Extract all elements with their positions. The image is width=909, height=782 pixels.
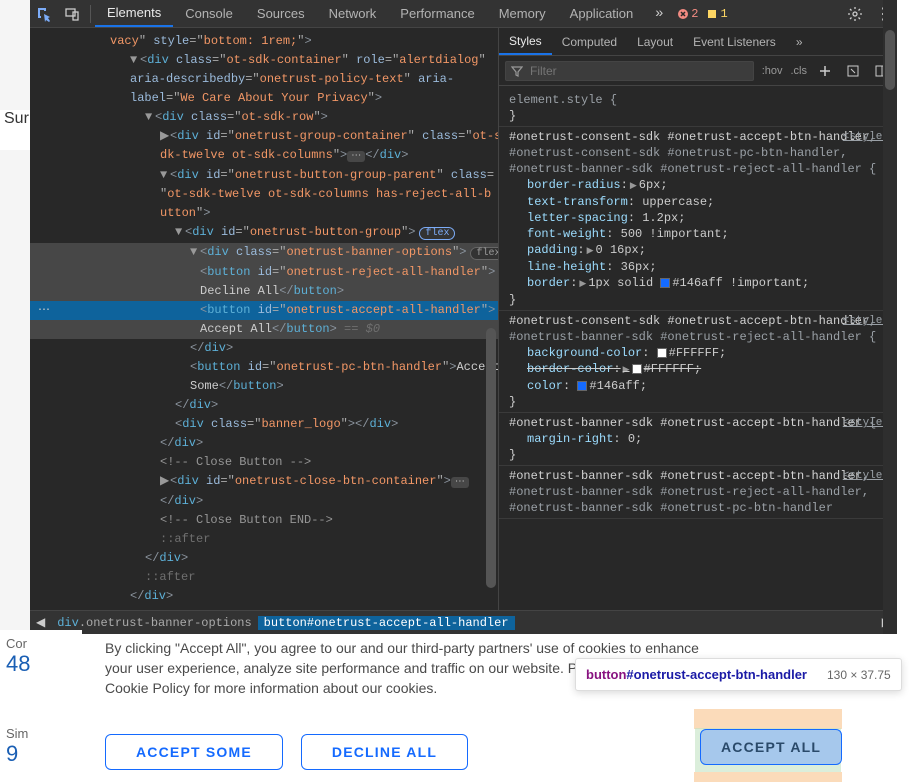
hov-toggle[interactable]: :hov bbox=[762, 65, 783, 77]
dom-line-cont[interactable]: </div> bbox=[30, 492, 498, 511]
dom-line[interactable]: ▼<div class="ot-sdk-row"> bbox=[30, 108, 498, 127]
side-card-summary: Sur bbox=[0, 110, 30, 150]
dom-line[interactable]: </div> bbox=[30, 339, 498, 358]
dom-pseudo[interactable]: ::after bbox=[30, 568, 498, 587]
cls-toggle[interactable]: .cls bbox=[791, 65, 808, 77]
dom-line[interactable]: vacy" style="bottom: 1rem;"> bbox=[30, 32, 498, 51]
filter-bar: :hov .cls bbox=[499, 56, 897, 86]
computed-toggle-icon[interactable] bbox=[843, 57, 863, 85]
element-style-rule[interactable]: element.style { } bbox=[499, 90, 897, 127]
more-styles-tabs-icon[interactable]: » bbox=[786, 28, 813, 55]
scrollbar-thumb[interactable] bbox=[885, 30, 895, 90]
funnel-icon bbox=[511, 65, 523, 77]
error-badge[interactable]: 2 bbox=[677, 7, 698, 21]
highlight-margin bbox=[694, 709, 842, 729]
ellipsis-badge[interactable]: ⋯ bbox=[347, 151, 365, 162]
main-toolbar: Elements Console Sources Network Perform… bbox=[30, 0, 897, 28]
breadcrumb-item[interactable]: div.onetrust-banner-options bbox=[51, 616, 257, 630]
css-rule[interactable]: <style> #onetrust-banner-sdk #onetrust-a… bbox=[499, 413, 897, 466]
decline-all-button[interactable]: Decline All bbox=[301, 734, 468, 770]
dom-line-cont[interactable]: Accept All</button> == $0 bbox=[30, 320, 498, 339]
tab-styles[interactable]: Styles bbox=[499, 28, 552, 55]
main-panels: vacy" style="bottom: 1rem;"> ▼<div class… bbox=[30, 28, 897, 610]
color-swatch[interactable] bbox=[657, 348, 667, 358]
tab-event-listeners[interactable]: Event Listeners bbox=[683, 28, 786, 55]
warn-badge[interactable]: 1 bbox=[706, 7, 727, 21]
element-tooltip: button#onetrust-accept-btn-handler 130 ×… bbox=[575, 658, 902, 691]
tab-performance[interactable]: Performance bbox=[388, 0, 486, 27]
dom-line[interactable]: </div> bbox=[30, 587, 498, 606]
side-stat-2: Sim 9 bbox=[0, 720, 82, 780]
dom-line[interactable]: </div> bbox=[30, 396, 498, 415]
styles-tabs: Styles Computed Layout Event Listeners » bbox=[499, 28, 897, 56]
dom-line-cont[interactable]: utton"> bbox=[30, 204, 498, 223]
dom-line-cont[interactable]: "ot-sdk-twelve ot-sdk-columns has-reject… bbox=[30, 185, 498, 204]
tab-layout[interactable]: Layout bbox=[627, 28, 683, 55]
dom-line[interactable]: </div> bbox=[30, 434, 498, 453]
flex-badge[interactable]: flex bbox=[470, 247, 498, 260]
dom-line[interactable]: </div> bbox=[30, 549, 498, 568]
tab-memory[interactable]: Memory bbox=[487, 0, 558, 27]
dom-line[interactable]: ▼<div class="ot-sdk-container" role="ale… bbox=[30, 51, 498, 70]
dom-line-cont[interactable]: dk-twelve ot-sdk-columns">⋯</div> bbox=[30, 146, 498, 166]
dom-line[interactable]: <button id="onetrust-pc-btn-handler">Acc… bbox=[30, 358, 498, 377]
side-stat-1: Cor 48 bbox=[0, 630, 82, 690]
breadcrumb-left-icon[interactable]: ◀ bbox=[30, 615, 51, 630]
accept-some-button[interactable]: Accept Some bbox=[105, 734, 283, 770]
page-content: By clicking "Accept All", you agree to o… bbox=[0, 634, 909, 779]
dom-line[interactable]: <button id="onetrust-reject-all-handler"… bbox=[30, 263, 498, 282]
tab-elements[interactable]: Elements bbox=[95, 0, 173, 27]
css-rule[interactable]: <style> #onetrust-consent-sdk #onetrust-… bbox=[499, 311, 897, 413]
flex-badge[interactable]: flex bbox=[419, 227, 455, 240]
color-swatch[interactable] bbox=[577, 381, 587, 391]
dom-line-cont[interactable]: aria-describedby="onetrust-policy-text" … bbox=[30, 70, 498, 89]
breadcrumb-item-active[interactable]: button#onetrust-accept-all-handler bbox=[258, 616, 515, 630]
ellipsis-badge[interactable]: ⋯ bbox=[451, 477, 469, 488]
dom-line[interactable]: ▶<div id="onetrust-close-btn-container">… bbox=[30, 472, 498, 492]
tab-network[interactable]: Network bbox=[317, 0, 389, 27]
inspect-icon[interactable] bbox=[30, 0, 58, 28]
dom-line[interactable]: ▼<div id="onetrust-button-group-parent" … bbox=[30, 166, 498, 185]
devtools-window: Elements Console Sources Network Perform… bbox=[30, 0, 897, 634]
highlight-margin bbox=[694, 772, 842, 782]
divider bbox=[90, 5, 91, 23]
tab-computed[interactable]: Computed bbox=[552, 28, 627, 55]
dom-line[interactable]: <div class="banner_logo"></div> bbox=[30, 415, 498, 434]
dom-line-cont[interactable]: Decline All</button> bbox=[30, 282, 498, 301]
tooltip-dimensions: 130 × 37.75 bbox=[827, 668, 891, 682]
main-tabs: Elements Console Sources Network Perform… bbox=[95, 0, 645, 27]
dom-line-cont[interactable]: Some</button> bbox=[30, 377, 498, 396]
dom-line[interactable]: ▼<div id="onetrust-button-group">flex bbox=[30, 223, 498, 243]
dom-line[interactable]: ▶<div id="onetrust-group-container" clas… bbox=[30, 127, 498, 146]
dom-tree-panel[interactable]: vacy" style="bottom: 1rem;"> ▼<div class… bbox=[30, 28, 498, 610]
filter-input[interactable] bbox=[505, 61, 754, 81]
color-swatch[interactable] bbox=[660, 278, 670, 288]
dom-line[interactable]: ▼<div class="onetrust-banner-options">fl… bbox=[30, 243, 498, 263]
color-swatch[interactable] bbox=[632, 364, 642, 374]
styles-panel: Styles Computed Layout Event Listeners »… bbox=[498, 28, 897, 610]
accept-all-button[interactable]: Accept All bbox=[700, 729, 842, 765]
line-menu-icon[interactable]: ⋯ bbox=[32, 301, 56, 320]
new-rule-icon[interactable] bbox=[815, 57, 835, 85]
tab-sources[interactable]: Sources bbox=[245, 0, 317, 27]
scrollbar-thumb[interactable] bbox=[486, 328, 496, 588]
dom-comment[interactable]: <!-- Close Button END--> bbox=[30, 511, 498, 530]
styles-rules[interactable]: element.style { } <style> #onetrust-cons… bbox=[499, 86, 897, 610]
css-rule[interactable]: <style> #onetrust-consent-sdk #onetrust-… bbox=[499, 127, 897, 311]
dom-line-cont[interactable]: label="We Care About Your Privacy"> bbox=[30, 89, 498, 108]
more-tabs-icon[interactable]: » bbox=[645, 0, 673, 28]
breadcrumb-bar: ◀ div.onetrust-banner-options button#one… bbox=[30, 610, 897, 634]
tab-console[interactable]: Console bbox=[173, 0, 245, 27]
tab-application[interactable]: Application bbox=[558, 0, 646, 27]
css-rule[interactable]: <style> #onetrust-banner-sdk #onetrust-a… bbox=[499, 466, 897, 519]
settings-icon[interactable] bbox=[841, 0, 869, 28]
device-icon[interactable] bbox=[58, 0, 86, 28]
dom-comment[interactable]: <!-- Close Button --> bbox=[30, 453, 498, 472]
dom-pseudo[interactable]: ::after bbox=[30, 530, 498, 549]
styles-scrollbar[interactable] bbox=[883, 28, 897, 610]
dom-line-selected[interactable]: ⋯<button id="onetrust-accept-all-handler… bbox=[30, 301, 498, 320]
